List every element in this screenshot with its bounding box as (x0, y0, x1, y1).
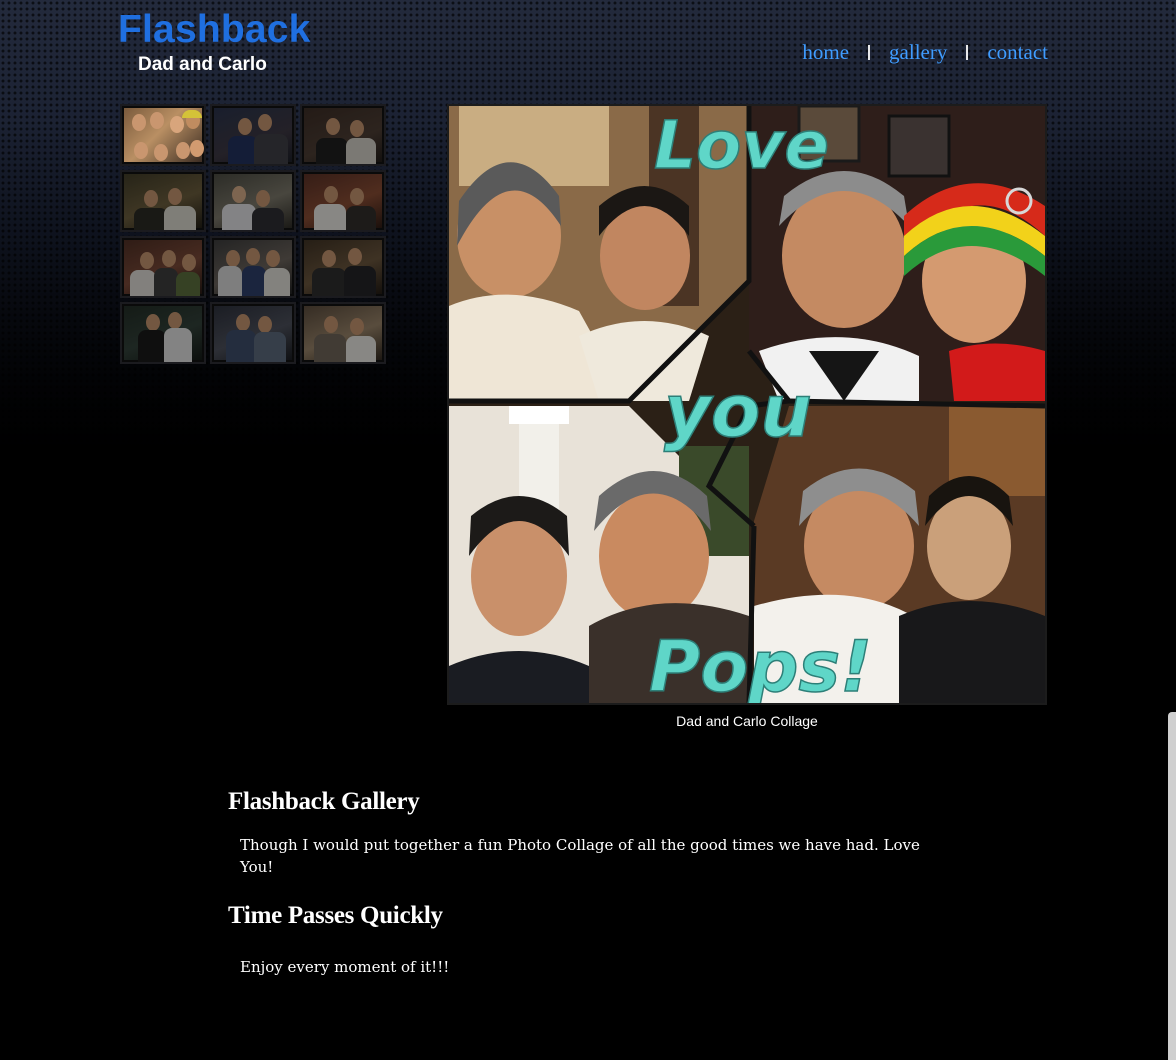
gallery-thumbnail[interactable] (210, 236, 296, 298)
main-nav: home gallery contact (802, 40, 1048, 65)
section-body-time-passes: Enjoy every moment of it!!! (240, 958, 450, 976)
gallery-thumbnail[interactable] (120, 170, 206, 232)
section-heading-time-passes: Time Passes Quickly (228, 902, 443, 929)
gallery-thumbnail[interactable] (210, 170, 296, 232)
photo-caption: Dad and Carlo Collage (676, 713, 818, 729)
gallery-thumbnail[interactable] (300, 104, 386, 166)
thumbnail-grid (120, 104, 386, 370)
collage-text-you: you (664, 369, 812, 453)
gallery-thumbnail[interactable] (120, 104, 206, 166)
section-heading-flashback-gallery: Flashback Gallery (228, 788, 420, 815)
gallery-thumbnail[interactable] (210, 302, 296, 364)
collage-text-pops: Pops! (649, 626, 872, 703)
gallery-thumbnail[interactable] (210, 104, 296, 166)
site-title: Flashback (118, 8, 311, 51)
nav-link-gallery[interactable]: gallery (889, 40, 947, 65)
collage-text-love: Love (654, 107, 829, 184)
gallery-thumbnail[interactable] (120, 236, 206, 298)
nav-separator (966, 45, 969, 60)
page-scrollbar[interactable] (1168, 712, 1176, 1060)
gallery-thumbnail[interactable] (120, 302, 206, 364)
gallery-thumbnail[interactable] (300, 302, 386, 364)
section-body-flashback-gallery: Though I would put together a fun Photo … (240, 836, 920, 876)
gallery-thumbnail[interactable] (300, 236, 386, 298)
site-subtitle: Dad and Carlo (138, 54, 267, 75)
nav-link-contact[interactable]: contact (987, 40, 1048, 65)
nav-separator (868, 45, 871, 60)
main-photo[interactable]: Love you Pops! (447, 104, 1047, 705)
collage-image: Love you Pops! (449, 106, 1045, 703)
nav-link-home[interactable]: home (802, 40, 849, 65)
gallery-thumbnail[interactable] (300, 170, 386, 232)
content-area: Flashback Gallery Though I would put tog… (228, 786, 948, 978)
